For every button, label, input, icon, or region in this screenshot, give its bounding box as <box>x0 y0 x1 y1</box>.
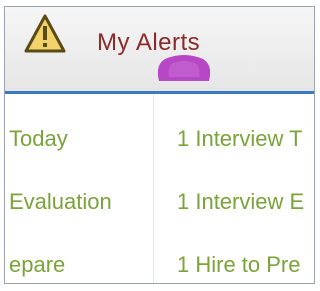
notification-badge-icon[interactable] <box>151 53 217 83</box>
alert-link[interactable]: 1 Interview E <box>177 189 304 215</box>
alerts-header: My Alerts <box>5 7 314 92</box>
alert-link[interactable]: 1 Hire to Pre <box>177 252 301 278</box>
alert-category-label: Today <box>9 126 68 151</box>
alerts-window: My Alerts Today 1 Interview T Evaluation… <box>4 6 315 284</box>
column-divider <box>153 94 154 283</box>
alert-category-label: Evaluation <box>9 189 112 214</box>
alert-link[interactable]: 1 Interview T <box>177 126 303 152</box>
alert-category-label: epare <box>9 252 66 277</box>
warning-triangle-icon <box>24 14 66 53</box>
alerts-list: Today 1 Interview T Evaluation 1 Intervi… <box>5 94 314 283</box>
